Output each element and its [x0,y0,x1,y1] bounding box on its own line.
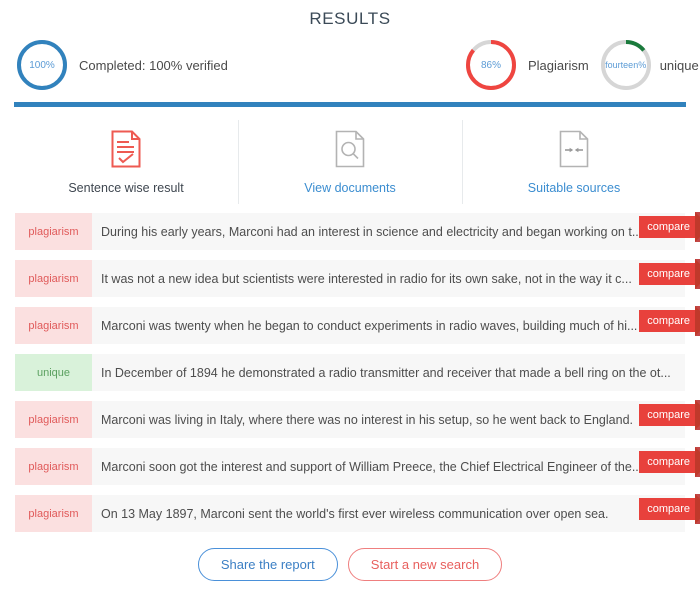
sentence-text: Marconi was twenty when he began to cond… [101,318,638,333]
status-badge: plagiarism [15,401,92,438]
sentence-results-list: plagiarism During his early years, Marcon… [15,212,700,542]
status-badge: unique [15,354,92,391]
sentence-row: plagiarism Marconi was living in Italy, w… [15,400,700,438]
status-badge: plagiarism [15,307,92,344]
ribbon-tail-icon [695,400,700,430]
compare-button-label: compare [639,263,697,285]
tab-view-documents[interactable]: View documents [238,118,462,206]
compare-button-label: compare [639,404,697,426]
compare-button[interactable]: compare [639,306,700,336]
summary-row: 100% Completed: 100% verified 86% Plagia… [0,36,700,94]
sentence-row: plagiarism On 13 May 1897, Marconi sent t… [15,494,700,532]
completed-summary-text: Completed: 100% verified [79,57,228,73]
sentence-row: unique In December of 1894 he demonstrate… [15,354,685,391]
plagiarism-summary-text: Plagiarism [528,57,589,73]
document-check-icon [107,128,145,170]
status-badge: plagiarism [15,448,92,485]
completed-gauge-value: 100% [29,59,55,71]
unique-summary-text: unique [659,57,699,73]
sentence-text: Marconi soon got the interest and suppor… [101,459,643,474]
footer-actions: Share the report Start a new search [0,548,700,581]
tab-label-view-documents: View documents [304,181,396,195]
unique-gauge-value: fourteen% [605,60,647,70]
start-new-search-button[interactable]: Start a new search [347,548,503,581]
sentence-text: It was not a new idea but scientists wer… [101,271,632,286]
compare-button-label: compare [639,310,697,332]
plagiarism-gauge: 86% [463,37,519,93]
unique-gauge: fourteen% [598,37,654,93]
compare-button[interactable]: compare [639,212,700,242]
sentence-text: Marconi was living in Italy, where there… [101,412,633,427]
compare-button-label: compare [639,216,697,238]
section-divider [14,102,686,107]
ribbon-tail-icon [695,306,700,336]
compare-button[interactable]: compare [639,494,700,524]
completed-gauge: 100% [14,37,70,93]
plagiarism-unique-summary: 86% Plagiarism fourteen% unique [463,36,699,94]
compare-button-label: compare [639,498,697,520]
document-search-icon [331,128,369,170]
share-report-button[interactable]: Share the report [197,548,338,581]
ribbon-tail-icon [695,259,700,289]
tab-label-suitable-sources: Suitable sources [527,181,621,195]
sentence-text: On 13 May 1897, Marconi sent the world's… [101,506,609,521]
compare-button-label: compare [639,451,697,473]
compare-button[interactable]: compare [639,259,700,289]
compare-button[interactable]: compare [639,447,700,477]
tab-sentence-wise-result[interactable]: Sentence wise result [14,118,238,206]
page-title: RESULTS [309,9,391,28]
completed-summary: 100% Completed: 100% verified [14,36,228,94]
sentence-row: plagiarism Marconi was twenty when he beg… [15,306,700,344]
document-arrows-icon [555,128,593,170]
ribbon-tail-icon [695,212,700,242]
sentence-row: plagiarism Marconi soon got the interest … [15,447,700,485]
sentence-row: plagiarism During his early years, Marcon… [15,212,700,250]
plagiarism-gauge-value: 86% [480,59,501,71]
compare-button[interactable]: compare [639,400,700,430]
sentence-row: plagiarism It was not a new idea but scie… [15,259,700,297]
status-badge: plagiarism [15,213,92,250]
sentence-text: During his early years, Marconi had an i… [101,224,643,239]
tab-label-sentence-wise-result: Sentence wise result [68,181,184,195]
status-badge: plagiarism [15,495,92,532]
status-badge: plagiarism [15,260,92,297]
sentence-text: In December of 1894 he demonstrated a ra… [101,365,671,380]
tab-suitable-sources[interactable]: Suitable sources [462,118,686,206]
ribbon-tail-icon [695,447,700,477]
ribbon-tail-icon [695,494,700,524]
result-tabs: Sentence wise result View documents Suit [14,118,686,206]
